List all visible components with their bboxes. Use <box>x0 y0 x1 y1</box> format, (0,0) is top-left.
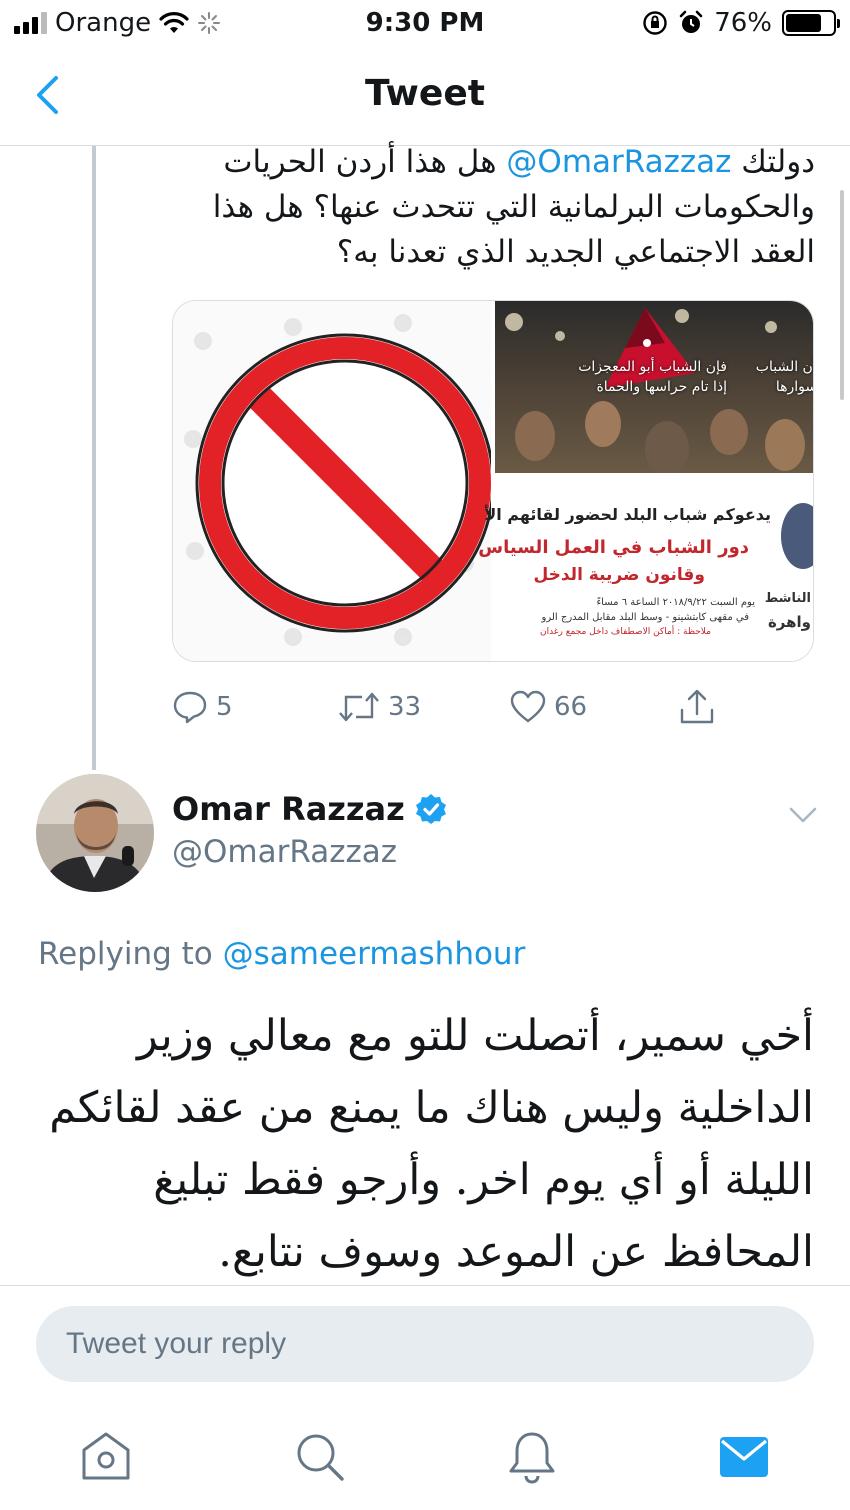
chevron-left-icon <box>37 76 58 114</box>
verified-badge-icon <box>415 794 446 824</box>
reply-input[interactable] <box>36 1306 814 1382</box>
crowd-caption-b: بأن الشباب أسوارها <box>755 357 813 397</box>
prohibited-sign-icon <box>184 314 495 646</box>
reply-icon <box>173 691 207 724</box>
reply-bar <box>0 1285 850 1405</box>
share-icon <box>680 689 714 724</box>
poster-side-1: الناشط <box>764 591 811 606</box>
tab-messages[interactable] <box>714 1427 774 1487</box>
author-handle[interactable]: @OmarRazzaz <box>172 834 397 870</box>
activity-spinner-icon <box>198 12 221 34</box>
nav-bar: Tweet <box>0 48 850 146</box>
reply-button[interactable]: 5 <box>172 684 233 730</box>
tab-search[interactable] <box>290 1427 350 1487</box>
poster-title-1: دور الشباب في العمل السياس <box>478 537 749 558</box>
thread-connector-line <box>92 146 96 770</box>
retweet-count: 33 <box>388 692 422 722</box>
retweet-icon <box>339 692 379 722</box>
messages-icon <box>720 1437 768 1477</box>
poster-invite-suffix: لحضور لقائهم الأ <box>484 505 624 524</box>
parent-mention-link[interactable]: @OmarRazzaz <box>506 144 731 180</box>
search-icon <box>297 1434 344 1481</box>
poster-invite-prefix: يدعوكم <box>707 505 771 524</box>
share-button[interactable] <box>678 684 716 730</box>
crowd-caption-line-4: أسوارها <box>775 379 813 395</box>
poster-detail-2: في مقهى كابتشينو - وسط البلد مقابل المدر… <box>541 612 749 623</box>
parent-tweet-text: دولتك @OmarRazzaz هل هذا أردن الحريات وا… <box>150 140 815 275</box>
status-bar: Orange 9:30 PM 76% <box>0 0 850 48</box>
crowd-photo: فإن الشباب أبو المعجزات إذا تام حراسها و… <box>495 301 813 473</box>
like-button[interactable]: 66 <box>510 684 587 730</box>
crowd-caption-line-3: بأن الشباب <box>755 359 813 375</box>
chevron-down-icon <box>789 807 817 823</box>
crowd-caption-line-2: إذا تام حراسها والحماة <box>596 379 727 395</box>
author-name-text: Omar Razzaz <box>172 790 405 828</box>
media-image-poster[interactable]: فإن الشباب أبو المعجزات إذا تام حراسها و… <box>478 301 813 661</box>
poster-detail-1: يوم السبت ٢٠١٨/٩/٢٢ الساعة ٦ مساءً <box>596 597 755 608</box>
tab-home[interactable] <box>76 1427 136 1487</box>
like-count: 66 <box>554 692 588 722</box>
retweet-button[interactable]: 33 <box>338 684 421 730</box>
alarm-icon <box>679 10 703 33</box>
home-icon <box>82 1432 130 1480</box>
status-left: Orange <box>14 8 221 38</box>
parent-text-start: دولتك <box>731 144 815 180</box>
tweet-options-button[interactable] <box>786 800 820 830</box>
carrier-name: Orange <box>55 8 152 38</box>
tab-notifications[interactable] <box>502 1427 562 1487</box>
replying-to: Replying to @sameermashhour <box>38 936 525 972</box>
back-button[interactable] <box>22 70 72 120</box>
heart-icon <box>510 690 546 723</box>
battery-level <box>786 14 821 32</box>
signal-strength-icon <box>14 12 47 34</box>
author-name[interactable]: Omar Razzaz <box>172 790 447 828</box>
wifi-icon <box>159 12 189 33</box>
media-card[interactable]: فإن الشباب أبو المعجزات إذا تام حراسها و… <box>172 300 814 662</box>
parent-text-rest: والحكومات البرلمانية التي تتحدث عنها؟ هل… <box>212 189 815 270</box>
replying-to-link[interactable]: @sameermashhour <box>223 936 526 972</box>
reply-count: 5 <box>216 692 233 722</box>
page-title: Tweet <box>365 73 485 114</box>
poster-invite-org: شباب البلد <box>623 505 708 524</box>
replying-label: Replying to <box>38 936 213 972</box>
scrollbar[interactable] <box>840 190 844 400</box>
poster-note: ملاحظة : أماكن الاصطفاف داخل مجمع رغدان <box>539 627 711 637</box>
poster-speaker-photo <box>781 503 813 569</box>
battery-percent: 76% <box>714 8 772 38</box>
orientation-lock-icon <box>643 11 667 35</box>
poster-side-2: واهرة <box>767 613 811 631</box>
tweet-actions: 5 33 66 <box>172 684 732 730</box>
author-photo <box>36 774 154 892</box>
tweet-text: أخي سمير، أتصلت للتو مع معالي وزير الداخ… <box>49 1011 814 1277</box>
poster-title-2: وقانون ضريبة الدخل <box>533 565 705 585</box>
crowd-caption-line-1: فإن الشباب أبو المعجزات <box>578 359 727 375</box>
avatar[interactable] <box>36 774 154 892</box>
poster-text-area: يدعوكم شباب البلد لحضور لقائهم الأ دور ا… <box>478 473 813 661</box>
tab-bar <box>0 1405 850 1510</box>
status-right: 76% <box>642 8 840 38</box>
battery-icon <box>782 10 840 36</box>
notifications-icon <box>509 1432 555 1484</box>
parent-text-end: هل هذا أردن الحريات <box>223 144 507 180</box>
media-image-no-sign[interactable] <box>173 301 495 661</box>
crowd-caption-a: فإن الشباب أبو المعجزات إذا تام حراسها و… <box>578 357 727 397</box>
poster-invite: يدعوكم شباب البلد لحضور لقائهم الأ <box>484 505 771 524</box>
